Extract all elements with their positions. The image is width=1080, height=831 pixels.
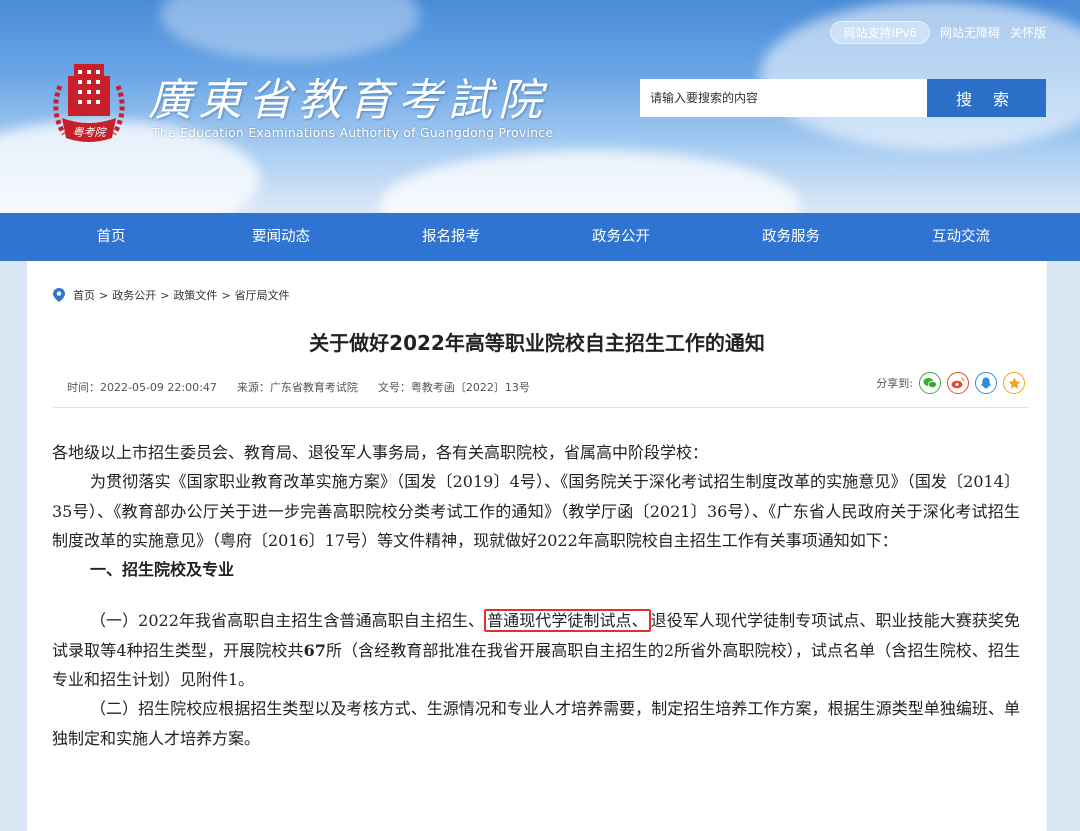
location-pin-icon [53, 288, 65, 302]
search-input[interactable] [640, 79, 927, 117]
care-version-link[interactable]: 关怀版 [1010, 24, 1046, 41]
breadcrumb-separator: > [99, 288, 109, 302]
share-bar: 分享到: [876, 372, 1025, 394]
breadcrumb-provincial-documents[interactable]: 省厅局文件 [235, 287, 290, 303]
main-nav: 首页 要闻动态 报名报考 政务公开 政务服务 互动交流 [0, 213, 1080, 261]
article-title: 关于做好2022年高等职业院校自主招生工作的通知 [309, 331, 765, 355]
title-divider [53, 407, 1029, 408]
share-label: 分享到: [876, 377, 913, 390]
section-heading: 一、招生院校及专业 [90, 560, 235, 580]
nav-item-news[interactable]: 要闻动态 [196, 213, 366, 261]
top-links: 网站支持IPv6 网站无障碍 关怀版 [830, 21, 1046, 44]
document-number: 文号：粤教考函〔2022〕13号 [377, 381, 530, 394]
article-container: 首页 > 政务公开 > 政策文件 > 省厅局文件 关于做好2022年高等职业院校… [27, 261, 1047, 831]
breadcrumb-home[interactable]: 首页 [73, 287, 95, 303]
accessibility-link[interactable]: 网站无障碍 [940, 24, 1000, 41]
item1-text-start: （一）2022年我省高职自主招生含普通高职自主招生、 [90, 611, 485, 631]
weibo-icon[interactable] [947, 372, 969, 394]
publish-time: 时间：2022-05-09 22:00:47 [67, 381, 217, 394]
article-body: 各地级以上市招生委员会、教育局、退役军人事务局，各有关高职院校，省属高中阶段学校… [52, 438, 1020, 753]
salutation: 各地级以上市招生委员会、教育局、退役军人事务局，各有关高职院校，省属高中阶段学校… [52, 443, 709, 462]
breadcrumb-government-affairs[interactable]: 政务公开 [112, 287, 156, 303]
qzone-icon[interactable] [1003, 372, 1025, 394]
site-subtitle: The Education Examinations Authority of … [152, 125, 554, 140]
search-button[interactable]: 搜 索 [927, 79, 1046, 117]
intro-paragraph: 为贯彻落实《国家职业教育改革实施方案》（国发〔2019〕4号）、《国务院关于深化… [52, 472, 1020, 550]
logo-text: 粤考院 [73, 126, 108, 139]
breadcrumb-separator: > [221, 288, 231, 302]
nav-item-home[interactable]: 首页 [26, 213, 196, 261]
ipv6-badge: 网站支持IPv6 [830, 21, 930, 44]
nav-item-registration[interactable]: 报名报考 [366, 213, 536, 261]
breadcrumb-policy-documents[interactable]: 政策文件 [173, 287, 217, 303]
highlighted-phrase: 普通现代学徒制试点、 [484, 609, 651, 633]
article-source: 来源：广东省教育考试院 [236, 381, 358, 394]
breadcrumb-separator: > [160, 288, 170, 302]
item1-paragraph: （一）2022年我省高职自主招生含普通高职自主招生、 普通现代学徒制试点、 退役军人… [52, 606, 1020, 694]
college-count: 67 [303, 640, 326, 660]
site-header: 网站支持IPv6 网站无障碍 关怀版 粤考院 廣東省教育考試院 The Educ… [0, 0, 1080, 213]
nav-item-government-services[interactable]: 政务服务 [706, 213, 876, 261]
nav-item-interaction[interactable]: 互动交流 [876, 213, 1046, 261]
site-title[interactable]: 廣東省教育考試院 [148, 64, 548, 128]
nav-item-government-affairs[interactable]: 政务公开 [536, 213, 706, 261]
article-meta: 时间：2022-05-09 22:00:47 来源：广东省教育考试院 文号：粤教… [67, 379, 530, 395]
search-box: 搜 索 [640, 79, 1046, 117]
qq-icon[interactable] [975, 372, 997, 394]
breadcrumb: 首页 > 政务公开 > 政策文件 > 省厅局文件 [53, 287, 290, 303]
site-logo-emblem-icon[interactable]: 粤考院 [46, 56, 132, 152]
item2-paragraph: （二）招生院校应根据招生类型以及考核方式、生源情况和专业人才培养需要，制定招生培… [52, 699, 1020, 748]
wechat-icon[interactable] [919, 372, 941, 394]
